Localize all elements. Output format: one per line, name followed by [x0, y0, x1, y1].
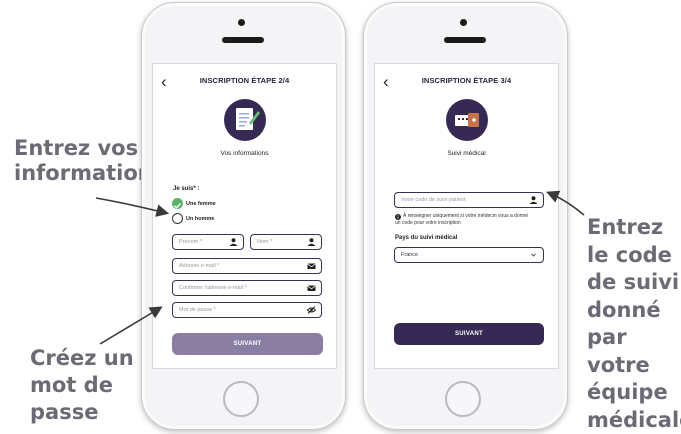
patient-code-field[interactable]: Votre code de suivi patient [394, 192, 544, 208]
placeholder: Prénom * [179, 239, 202, 245]
confirm-email-field[interactable]: Confirmer l'adresse e-mail * [172, 280, 322, 296]
annotation-line: passe [30, 399, 134, 426]
phone-step-2: ‹ INSCRIPTION ÉTAPE 2/4 Vos informations… [141, 2, 346, 430]
first-name-field[interactable]: Prénom * [172, 234, 244, 250]
annotation-line: équipe [587, 379, 681, 407]
check-icon [172, 200, 183, 211]
speaker-grille [222, 37, 264, 43]
home-button[interactable] [445, 381, 481, 417]
radio-male[interactable] [172, 213, 183, 224]
info-note: À renseigner uniquement si votre médecin… [395, 213, 535, 227]
person-icon [529, 196, 538, 204]
home-button[interactable] [223, 381, 259, 417]
annotation-line: Créez un [30, 345, 134, 372]
radio-female-label: Une femme [186, 201, 216, 207]
last-name-field[interactable]: Nom * [250, 234, 322, 250]
annotation-line: médicale [587, 407, 681, 434]
annotation-line: donné [587, 297, 681, 325]
screen-step-2: ‹ INSCRIPTION ÉTAPE 2/4 Vos informations… [152, 63, 337, 369]
country-label: Pays du suivi médical [395, 235, 457, 241]
annotation-create-password: Créez un mot de passe [30, 345, 134, 426]
annotation-line: par votre [587, 324, 681, 379]
medical-kit-icon [446, 99, 488, 141]
placeholder: Votre code de suivi patient [401, 197, 466, 203]
envelope-icon [307, 262, 316, 270]
phone-step-3: ‹ INSCRIPTION ÉTAPE 3/4 Suivi médical Vo… [363, 2, 568, 430]
section-subtitle: Vos informations [153, 150, 336, 157]
next-button[interactable]: SUIVANT [172, 333, 323, 355]
placeholder: Nom * [257, 239, 272, 245]
screen-step-3: ‹ INSCRIPTION ÉTAPE 3/4 Suivi médical Vo… [374, 63, 559, 369]
radio-male-label: Un homme [186, 216, 214, 222]
placeholder: Mot de passe * [179, 307, 216, 313]
annotation-enter-code: Entrez le code de suivi donné par votre … [587, 214, 681, 434]
page-title: INSCRIPTION ÉTAPE 3/4 [375, 76, 558, 85]
email-field[interactable]: Adresse e-mail * [172, 258, 322, 274]
envelope-icon [307, 284, 316, 292]
speaker-grille [444, 37, 486, 43]
placeholder: Confirmer l'adresse e-mail * [179, 285, 247, 291]
camera-icon [460, 19, 467, 26]
annotation-line: mot de [30, 372, 134, 399]
person-icon [229, 238, 238, 246]
chevron-down-icon [529, 251, 538, 259]
gender-label: Je suis* : [173, 186, 199, 192]
annotation-line: le code [587, 242, 681, 270]
document-edit-icon [224, 99, 266, 141]
next-button[interactable]: SUIVANT [394, 323, 544, 345]
password-field[interactable]: Mot de passe * [172, 302, 322, 318]
annotation-line: de suivi [587, 269, 681, 297]
radio-female[interactable] [172, 198, 183, 209]
placeholder: Adresse e-mail * [179, 263, 219, 269]
person-icon [307, 238, 316, 246]
page-title: INSCRIPTION ÉTAPE 2/4 [153, 76, 336, 85]
camera-icon [238, 19, 245, 26]
country-select[interactable]: France [394, 247, 544, 263]
section-subtitle: Suivi médical [375, 150, 558, 157]
annotation-line: Entrez [587, 214, 681, 242]
eye-off-icon[interactable] [307, 306, 316, 314]
select-value: France [401, 252, 418, 258]
